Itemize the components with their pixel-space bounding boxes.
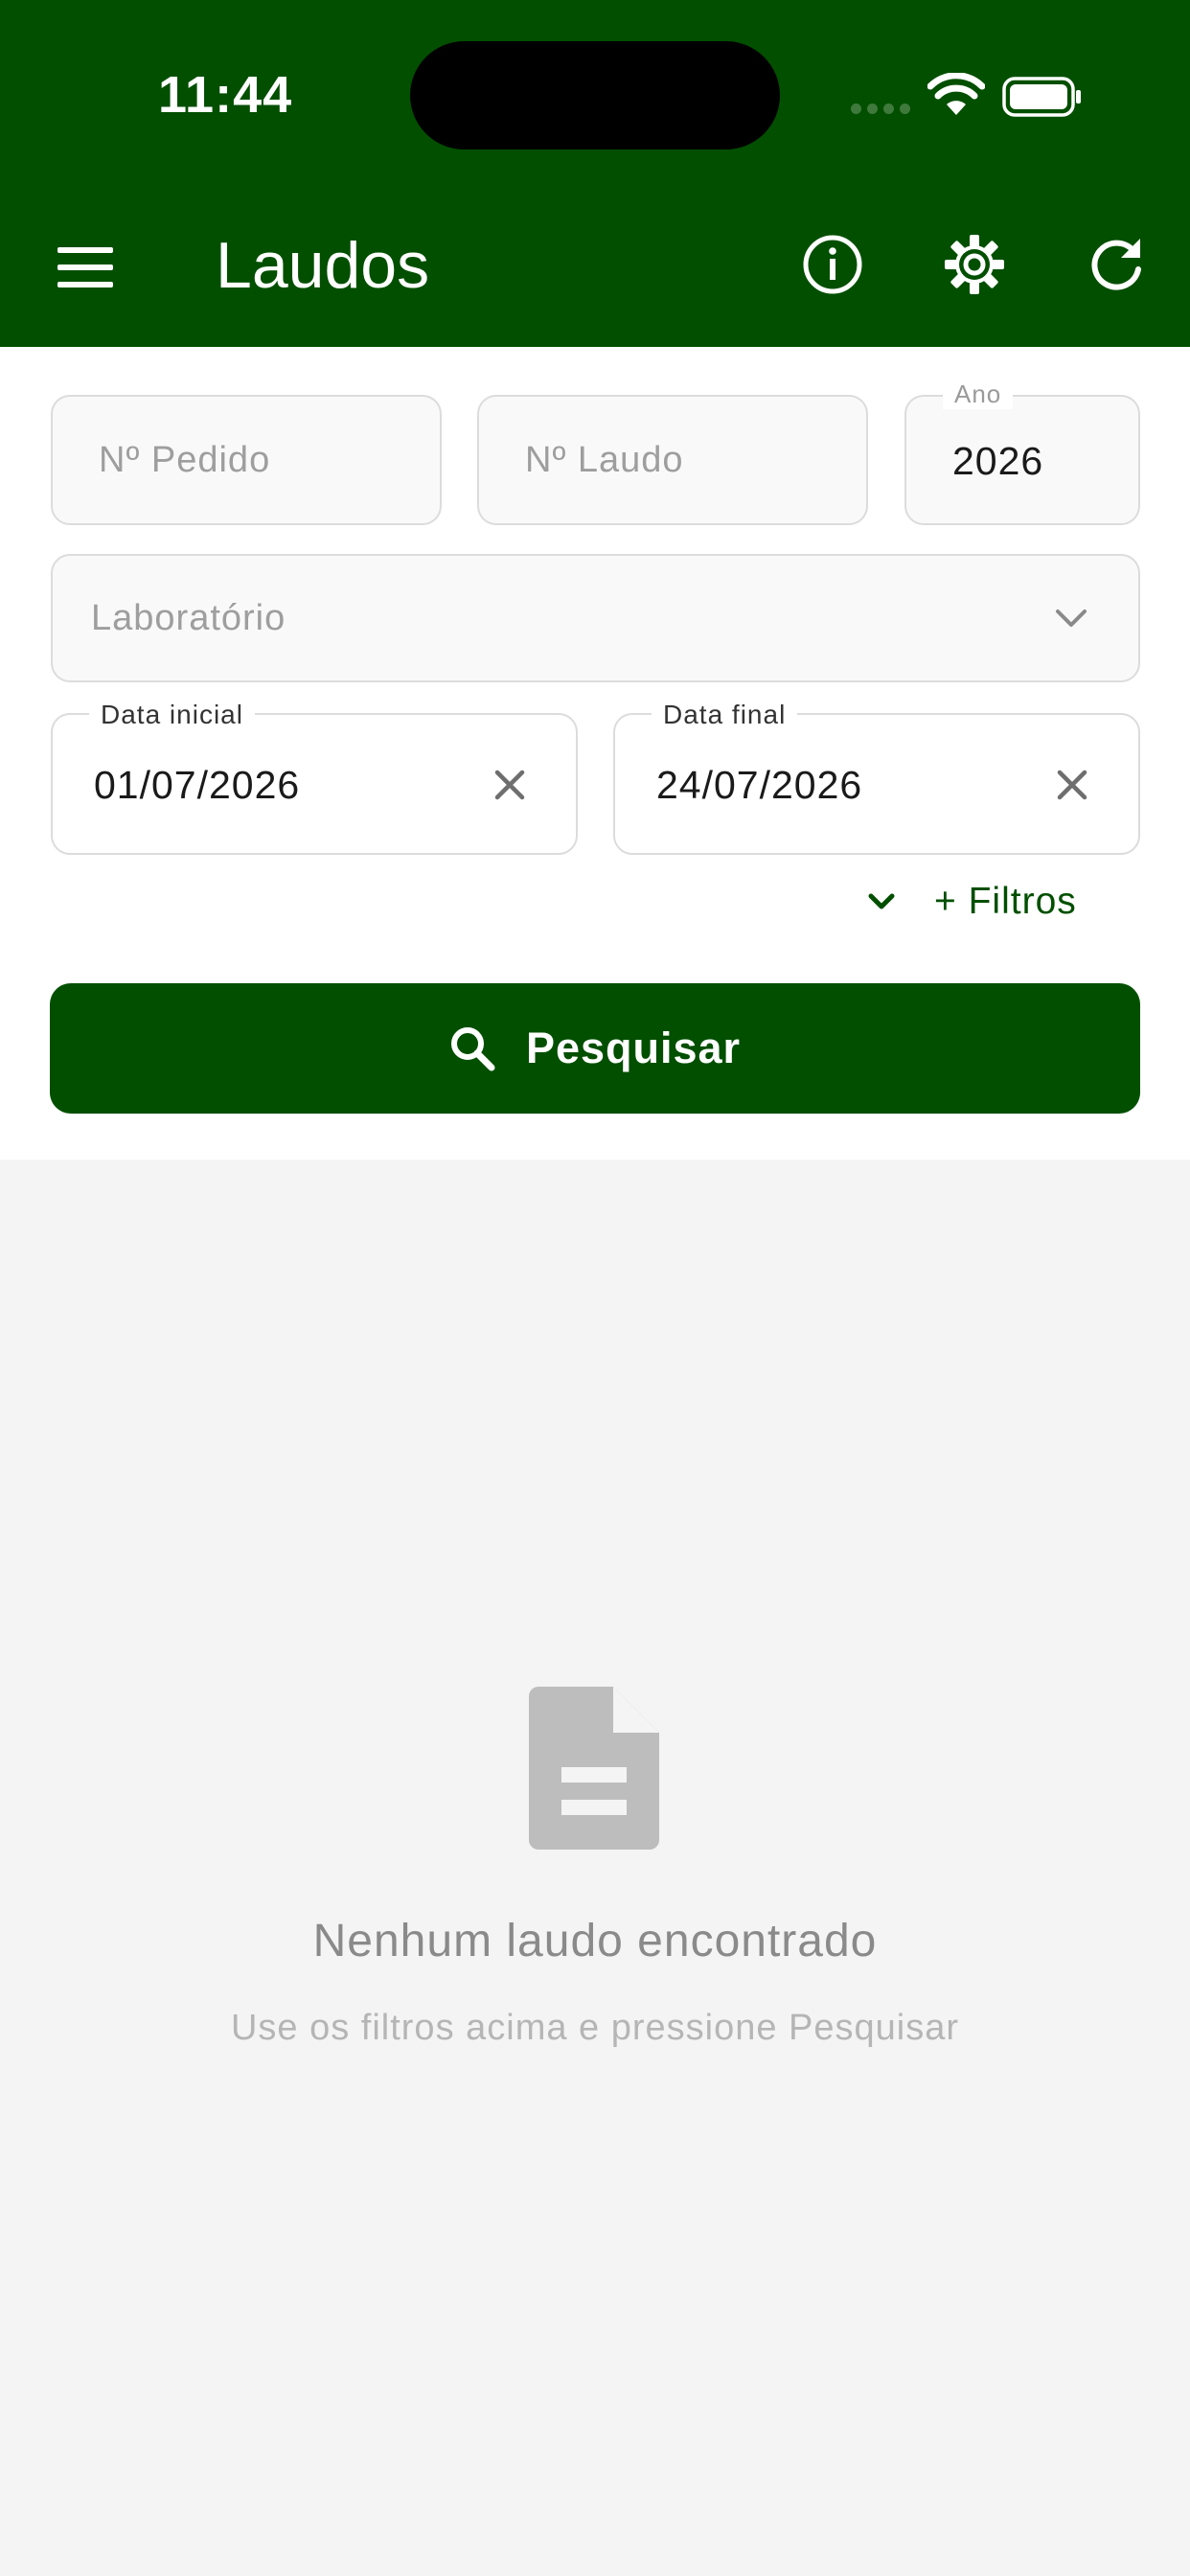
search-button[interactable]: Pesquisar xyxy=(50,983,1140,1114)
ano-label: Ano xyxy=(943,380,1014,409)
pedido-number-field[interactable]: Nº Pedido xyxy=(51,395,442,525)
empty-state-title: Nenhum laudo encontrado xyxy=(312,1916,878,1966)
results-area xyxy=(0,1160,1190,2576)
data-inicial-value: 01/07/2026 xyxy=(94,763,301,807)
laudo-number-field[interactable]: Nº Laudo xyxy=(477,395,868,525)
clear-icon[interactable] xyxy=(1054,767,1090,803)
more-filters-label: + Filtros xyxy=(934,881,1077,922)
battery-icon xyxy=(1002,77,1081,117)
laudo-placeholder: Nº Laudo xyxy=(525,440,684,480)
chevron-down-icon xyxy=(868,893,895,909)
dynamic-island xyxy=(410,41,780,150)
status-time: 11:44 xyxy=(158,66,293,124)
data-final-label: Data final xyxy=(652,700,798,730)
wifi-icon xyxy=(927,73,985,115)
more-filters-toggle[interactable]: + Filtros xyxy=(867,878,1077,926)
page-title: Laudos xyxy=(216,229,430,302)
data-final-field[interactable]: Data final 24/07/2026 xyxy=(613,700,1140,855)
ano-value: 2026 xyxy=(952,439,1044,483)
data-inicial-field[interactable]: Data inicial 01/07/2026 xyxy=(51,700,578,855)
app-header: 11:44 Laudos xyxy=(0,0,1190,347)
cellular-signal-icon xyxy=(851,104,910,117)
clear-icon[interactable] xyxy=(492,767,528,803)
laboratorio-select[interactable]: Laboratório xyxy=(51,554,1140,682)
data-final-value: 24/07/2026 xyxy=(656,763,863,807)
settings-gear-icon[interactable] xyxy=(943,233,1006,296)
laboratorio-placeholder: Laboratório xyxy=(91,598,286,638)
chevron-down-icon xyxy=(1056,610,1087,627)
menu-icon[interactable] xyxy=(57,247,115,288)
info-icon[interactable] xyxy=(801,233,864,296)
data-inicial-label: Data inicial xyxy=(89,700,255,730)
search-button-label: Pesquisar xyxy=(525,1024,742,1072)
refresh-icon[interactable] xyxy=(1085,233,1148,296)
pedido-placeholder: Nº Pedido xyxy=(99,440,271,480)
empty-state-subtitle: Use os filtros acima e pressione Pesquis… xyxy=(230,2008,960,2048)
ano-field[interactable]: Ano 2026 xyxy=(904,380,1140,525)
screen: 11:44 Laudos Nº Pedido Nº Laudo Ano 2026… xyxy=(0,0,1190,2576)
search-icon xyxy=(450,1027,495,1071)
document-icon xyxy=(529,1687,659,1850)
